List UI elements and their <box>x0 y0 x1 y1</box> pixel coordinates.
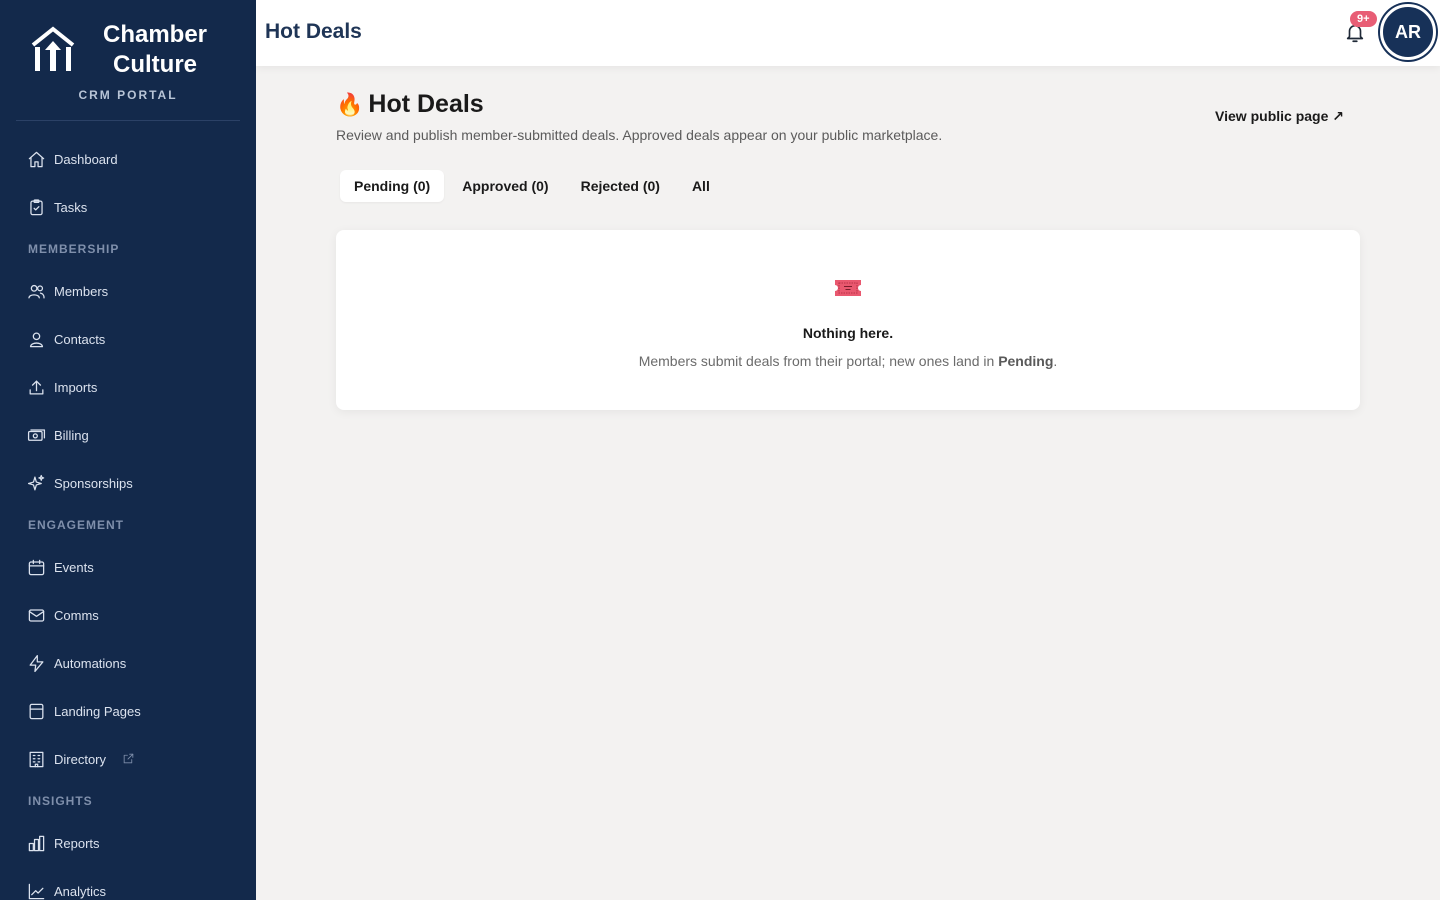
topbar-title: Hot Deals <box>265 20 362 43</box>
external-link-icon <box>122 752 136 766</box>
sidebar-item-label: Tasks <box>54 199 88 215</box>
fire-icon: 🔥 <box>336 91 364 117</box>
building-icon <box>26 749 46 769</box>
empty-state-text-bold: Pending <box>998 353 1054 369</box>
sidebar-item-label: Dashboard <box>54 151 118 167</box>
sidebar-item-label: Automations <box>54 655 127 671</box>
page-title-text: Hot Deals <box>368 90 484 118</box>
sidebar-item-directory[interactable]: Directory <box>0 735 256 783</box>
sidebar-nav: Dashboard Tasks MEMBERSHIP Members Conta… <box>0 121 256 900</box>
sidebar-item-events[interactable]: Events <box>0 543 256 591</box>
home-icon <box>26 149 46 169</box>
sparkles-icon <box>26 473 46 493</box>
upload-icon <box>26 377 46 397</box>
sidebar-item-label: Events <box>54 559 94 575</box>
sidebar-item-dashboard[interactable]: Dashboard <box>0 135 256 183</box>
page-description: Review and publish member-submitted deal… <box>336 127 943 143</box>
empty-state-text: Members submit deals from their portal; … <box>336 353 1360 369</box>
ticket-icon <box>835 280 861 296</box>
page-title: 🔥 Hot Deals <box>336 90 942 119</box>
sidebar-item-label: Landing Pages <box>54 703 141 719</box>
sidebar-item-comms[interactable]: Comms <box>0 591 256 639</box>
sidebar-item-label: Directory <box>54 751 107 767</box>
section-insights: INSIGHTS <box>28 794 93 808</box>
mail-icon <box>26 605 46 625</box>
view-public-page-link[interactable]: View public page ↗ <box>1215 108 1344 125</box>
sidebar-item-label: Billing <box>54 427 89 443</box>
sidebar-item-sponsorships[interactable]: Sponsorships <box>0 459 256 507</box>
brand-subtitle: CRM PORTAL <box>78 88 178 102</box>
brand-name-line2: Culture <box>113 51 197 78</box>
calendar-icon <box>26 557 46 577</box>
tab-rejected[interactable]: Rejected (0) <box>567 170 674 202</box>
status-tabs: Pending (0) Approved (0) Rejected (0) Al… <box>340 170 728 202</box>
tab-approved[interactable]: Approved (0) <box>448 170 562 202</box>
clipboard-check-icon <box>26 197 46 217</box>
sidebar-item-tasks[interactable]: Tasks <box>0 183 256 231</box>
avatar[interactable]: AR <box>1380 4 1436 60</box>
sidebar-item-automations[interactable]: Automations <box>0 639 256 687</box>
sidebar-item-imports[interactable]: Imports <box>0 363 256 411</box>
sidebar-item-reports[interactable]: Reports <box>0 819 256 867</box>
sidebar-item-billing[interactable]: Billing <box>0 411 256 459</box>
sidebar-item-analytics[interactable]: Analytics <box>0 867 256 900</box>
sidebar-item-label: Contacts <box>54 331 106 347</box>
bar-chart-icon <box>26 833 46 853</box>
line-chart-icon <box>26 881 46 900</box>
section-engagement: ENGAGEMENT <box>28 518 125 532</box>
page-header: 🔥 Hot Deals Review and publish member-su… <box>336 90 942 143</box>
tab-pending[interactable]: Pending (0) <box>340 170 445 202</box>
sidebar-item-label: Sponsorships <box>54 475 133 491</box>
sidebar-item-label: Analytics <box>54 883 107 899</box>
user-icon <box>26 329 46 349</box>
sidebar-item-label: Reports <box>54 835 100 851</box>
notification-badge: 9+ <box>1350 11 1377 27</box>
bolt-icon <box>26 653 46 673</box>
topbar: Hot Deals 9+ AR <box>256 0 1440 66</box>
brand-name: Chamber Culture <box>100 20 210 80</box>
sidebar-item-label: Imports <box>54 379 98 395</box>
users-icon <box>26 281 46 301</box>
brand-name-line1: Chamber <box>102 21 208 48</box>
sidebar-item-label: Comms <box>54 607 99 623</box>
empty-state-text-after: . <box>1053 353 1058 369</box>
main-content: 🔥 Hot Deals Review and publish member-su… <box>256 66 1440 900</box>
sidebar-item-members[interactable]: Members <box>0 267 256 315</box>
cash-icon <box>26 425 46 445</box>
window-icon <box>26 701 46 721</box>
sidebar-item-contacts[interactable]: Contacts <box>0 315 256 363</box>
sidebar-item-label: Members <box>54 283 109 299</box>
empty-state-title: Nothing here. <box>802 325 894 341</box>
brand[interactable]: Chamber Culture <box>0 0 256 82</box>
empty-state-card: Nothing here. Members submit deals from … <box>336 230 1360 410</box>
sidebar-item-landing-pages[interactable]: Landing Pages <box>0 687 256 735</box>
section-membership: MEMBERSHIP <box>28 242 120 256</box>
empty-state-text-before: Members submit deals from their portal; … <box>638 353 999 369</box>
chamber-logo-icon <box>31 26 75 71</box>
sidebar: Chamber Culture CRM PORTAL Dashboard Tas… <box>0 0 256 900</box>
tab-all[interactable]: All <box>678 170 724 202</box>
